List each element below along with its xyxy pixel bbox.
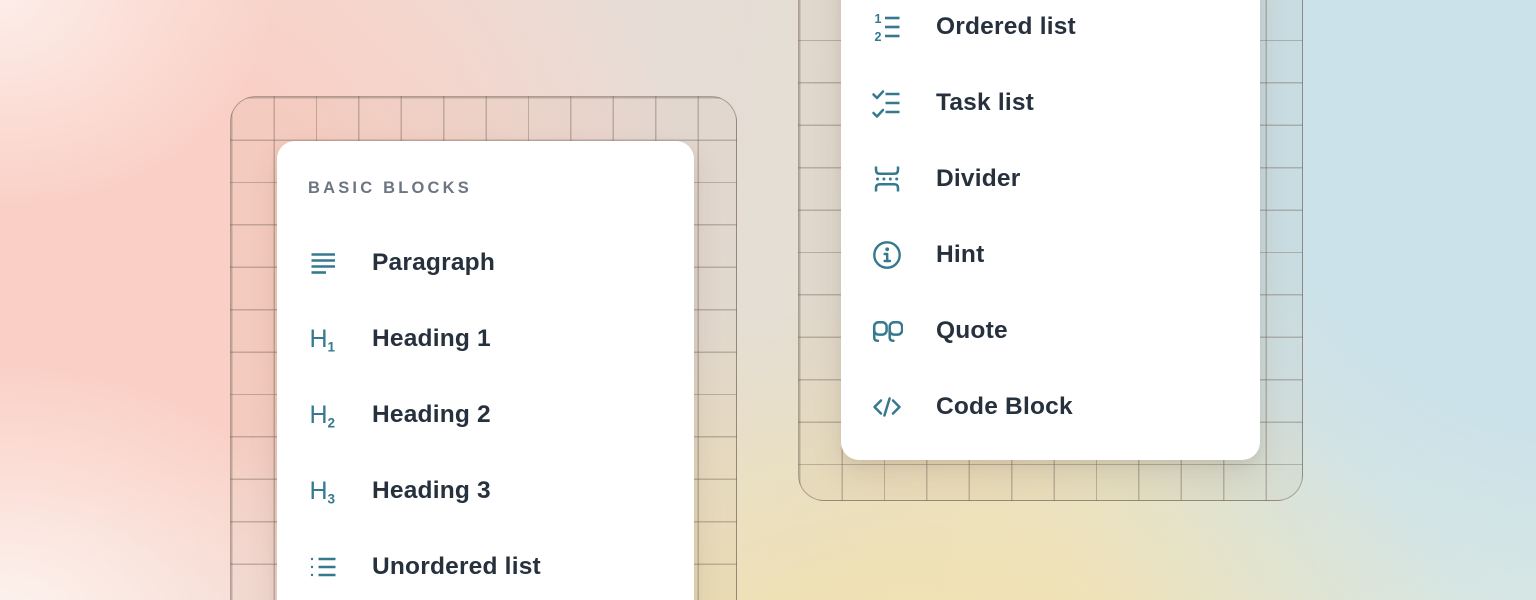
menu-item-heading-3[interactable]: H 3 Heading 3 — [277, 453, 694, 529]
menu-item-code-block[interactable]: Code Block — [841, 369, 1260, 445]
menu-item-label: Ordered list — [936, 13, 1076, 41]
hint-icon — [871, 239, 903, 271]
menu-item-unordered-list[interactable]: Unordered list — [277, 529, 694, 600]
menu-item-heading-2[interactable]: H 2 Heading 2 — [277, 377, 694, 453]
heading-3-icon: H 3 — [307, 475, 339, 507]
svg-text:2: 2 — [875, 30, 882, 43]
quote-icon — [871, 315, 903, 347]
ordered-list-icon: 1 2 — [871, 11, 903, 43]
svg-text:H: H — [310, 325, 328, 353]
code-block-icon — [871, 391, 903, 423]
menu-item-label: Divider — [936, 165, 1020, 193]
menu-item-divider[interactable]: Divider — [841, 141, 1260, 217]
blocks-menu-continued: 1 2 Ordered list — [841, 0, 1260, 460]
menu-rows: 1 2 Ordered list — [841, 0, 1260, 445]
svg-text:3: 3 — [328, 492, 336, 507]
svg-text:H: H — [310, 477, 328, 505]
menu-item-label: Unordered list — [372, 553, 541, 581]
menu-item-label: Heading 1 — [372, 325, 491, 353]
section-label: BASIC BLOCKS — [277, 141, 694, 225]
paragraph-icon — [307, 247, 339, 279]
task-list-icon — [871, 87, 903, 119]
menu-item-task-list[interactable]: Task list — [841, 65, 1260, 141]
menu-item-label: Heading 2 — [372, 401, 491, 429]
divider-icon — [871, 163, 903, 195]
block-menu-illustration: BASIC BLOCKS Paragraph H 1 — [0, 0, 1536, 600]
menu-rows: Paragraph H 1 Heading 1 H 2 — [277, 225, 694, 600]
svg-text:1: 1 — [328, 340, 336, 355]
menu-item-hint[interactable]: Hint — [841, 217, 1260, 293]
svg-text:2: 2 — [328, 416, 336, 431]
menu-item-label: Quote — [936, 317, 1008, 345]
menu-item-label: Heading 3 — [372, 477, 491, 505]
menu-item-heading-1[interactable]: H 1 Heading 1 — [277, 301, 694, 377]
svg-text:H: H — [310, 401, 328, 429]
heading-1-icon: H 1 — [307, 323, 339, 355]
basic-blocks-menu: BASIC BLOCKS Paragraph H 1 — [277, 141, 694, 600]
menu-item-label: Code Block — [936, 393, 1073, 421]
menu-item-label: Paragraph — [372, 249, 495, 277]
menu-item-quote[interactable]: Quote — [841, 293, 1260, 369]
menu-item-label: Hint — [936, 241, 984, 269]
unordered-list-icon — [307, 551, 339, 583]
menu-item-ordered-list[interactable]: 1 2 Ordered list — [841, 0, 1260, 65]
heading-2-icon: H 2 — [307, 399, 339, 431]
menu-item-paragraph[interactable]: Paragraph — [277, 225, 694, 301]
svg-text:1: 1 — [875, 12, 882, 26]
menu-item-label: Task list — [936, 89, 1034, 117]
